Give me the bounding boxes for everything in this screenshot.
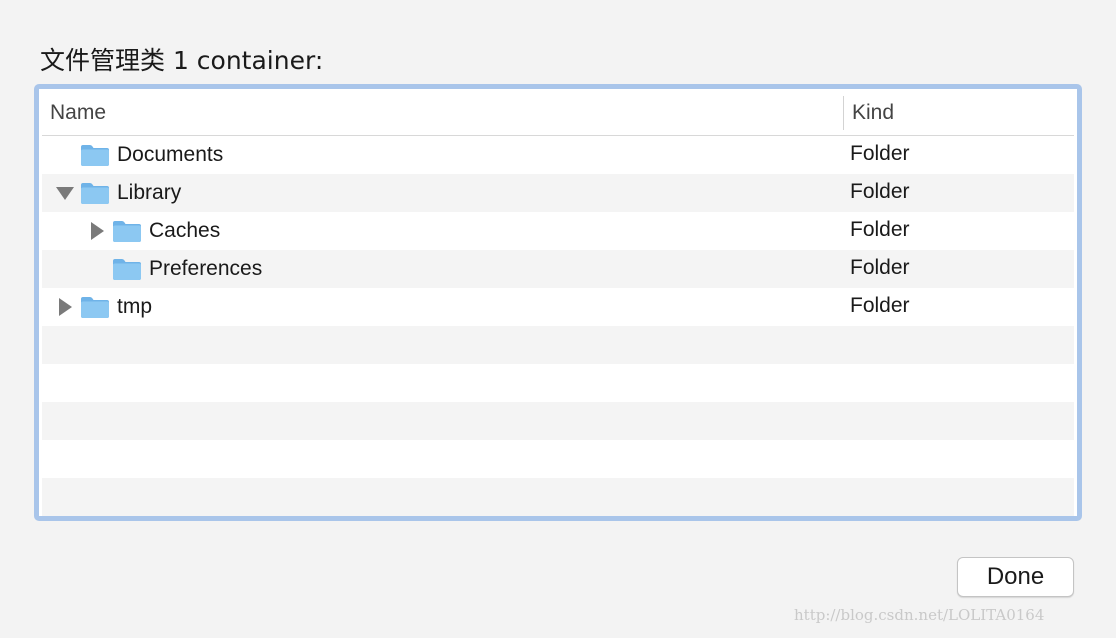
item-kind: Folder — [850, 256, 910, 279]
table-row[interactable]: Library Folder — [42, 174, 1074, 212]
watermark: http://blog.csdn.net/LOLITA0164 — [794, 606, 1045, 624]
disclosure-triangle-right-icon[interactable] — [57, 298, 73, 316]
empty-row — [42, 478, 1074, 516]
table-row[interactable]: Documents Folder — [42, 136, 1074, 174]
item-kind: Folder — [850, 142, 910, 165]
disclosure-triangle-down-icon[interactable] — [56, 185, 74, 201]
folder-icon — [80, 181, 110, 205]
item-name: Library — [117, 181, 182, 204]
column-header-name[interactable]: Name — [50, 101, 106, 125]
item-name: Caches — [149, 219, 221, 242]
disclosure-triangle-right-icon[interactable] — [89, 222, 105, 240]
column-header-kind[interactable]: Kind — [852, 101, 894, 125]
empty-row — [42, 402, 1074, 440]
done-button[interactable]: Done — [957, 557, 1074, 597]
item-kind: Folder — [850, 218, 910, 241]
table-row[interactable]: Caches Folder — [42, 212, 1074, 250]
folder-icon — [112, 257, 142, 281]
table-row[interactable]: tmp Folder — [42, 288, 1074, 326]
item-kind: Folder — [850, 180, 910, 203]
folder-icon — [112, 219, 142, 243]
item-name: Preferences — [149, 257, 263, 280]
item-name: tmp — [117, 295, 153, 318]
table-body: Documents Folder Library Folder Caches Folder… — [42, 136, 1074, 516]
empty-row — [42, 364, 1074, 402]
item-kind: Folder — [850, 294, 910, 317]
folder-icon — [80, 295, 110, 319]
item-name: Documents — [117, 143, 224, 166]
empty-row — [42, 326, 1074, 364]
folder-icon — [80, 143, 110, 167]
column-divider[interactable] — [843, 96, 844, 130]
empty-row — [42, 440, 1074, 478]
dialog-title: 文件管理类 1 container: — [40, 46, 324, 75]
file-outline-view[interactable]: Name Kind Documents Folder Library Folder Ca… — [34, 84, 1082, 521]
table-row[interactable]: Preferences Folder — [42, 250, 1074, 288]
table-header: Name Kind — [42, 92, 1074, 136]
